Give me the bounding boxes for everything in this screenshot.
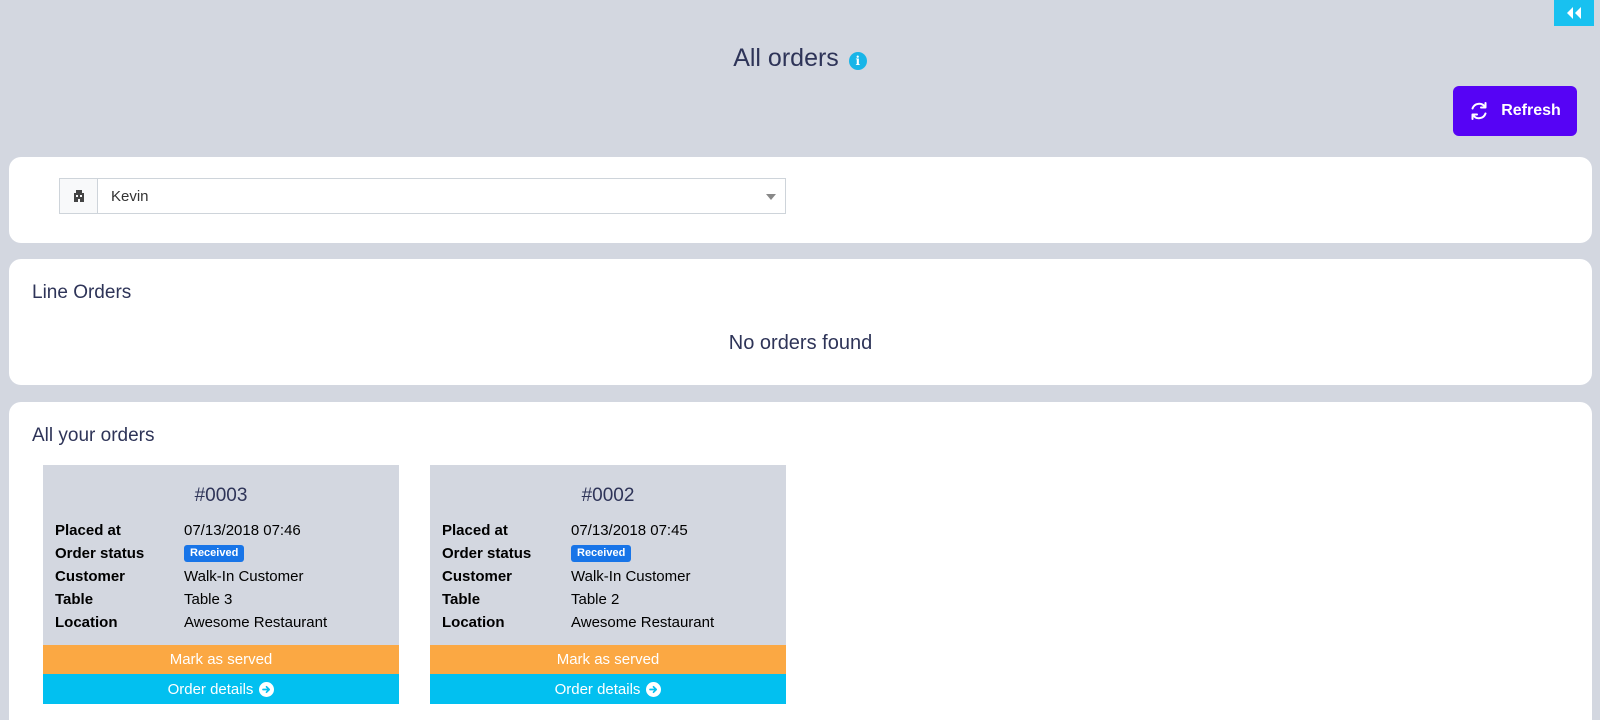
order-number: #0002 (581, 485, 635, 506)
all-orders-panel: All your orders #0003 Placed at 07/13/20… (9, 402, 1592, 720)
mark-as-served-button[interactable]: Mark as served (430, 645, 786, 674)
status-badge: Received (184, 545, 245, 562)
order-card: #0002 Placed at 07/13/2018 07:45 Order s… (430, 465, 786, 704)
refresh-button-label: Refresh (1501, 102, 1561, 119)
all-orders-heading: All your orders (32, 425, 155, 446)
order-row-customer: Customer Walk-In Customer (442, 565, 714, 588)
page-title-group: All orders i (733, 44, 867, 73)
order-row-location: Location Awesome Restaurant (55, 611, 327, 634)
table-value: Table 3 (184, 591, 233, 608)
building-icon (73, 190, 84, 202)
collapse-sidebar-button[interactable] (1554, 0, 1594, 26)
order-row-table: Table Table 3 (55, 588, 327, 611)
customer-label: Customer (442, 568, 513, 585)
placed-at-value: 07/13/2018 07:45 (571, 522, 688, 539)
line-orders-heading: Line Orders (32, 282, 132, 303)
order-details-label: Order details (167, 680, 254, 698)
table-label: Table (55, 591, 94, 608)
order-row-placed-at: Placed at 07/13/2018 07:46 (55, 519, 327, 542)
location-label: Location (55, 614, 118, 631)
page-title: All orders (733, 44, 839, 72)
order-row-table: Table Table 2 (442, 588, 714, 611)
table-label: Table (442, 591, 481, 608)
order-status-label: Order status (442, 545, 532, 562)
mark-as-served-button[interactable]: Mark as served (43, 645, 399, 674)
location-value: Awesome Restaurant (571, 614, 715, 631)
caret-down-icon (766, 194, 776, 200)
customer-value: Walk-In Customer (184, 568, 304, 585)
customer-select[interactable]: Kevin (59, 178, 786, 214)
filter-panel: Kevin (9, 157, 1592, 243)
empty-orders-message: No orders found (728, 332, 873, 354)
line-orders-panel: Line Orders No orders found (9, 259, 1592, 385)
refresh-icon (1471, 102, 1487, 120)
order-row-placed-at: Placed at 07/13/2018 07:45 (442, 519, 714, 542)
order-info: Placed at 07/13/2018 07:45 Order status … (442, 519, 714, 634)
info-icon[interactable]: i (848, 51, 867, 70)
location-label: Location (442, 614, 505, 631)
order-row-status: Order status Received (442, 542, 714, 565)
order-status-label: Order status (55, 545, 145, 562)
customer-label: Customer (55, 568, 126, 585)
customer-select-value[interactable]: Kevin (98, 179, 785, 213)
customer-select-text: Kevin (111, 187, 149, 205)
page-header: All orders i (0, 44, 1600, 73)
double-chevron-left-icon (1567, 7, 1581, 19)
location-value: Awesome Restaurant (184, 614, 328, 631)
refresh-button[interactable]: Refresh (1453, 86, 1577, 136)
order-row-customer: Customer Walk-In Customer (55, 565, 327, 588)
arrow-circle-right-icon (259, 681, 275, 697)
order-row-location: Location Awesome Restaurant (442, 611, 714, 634)
order-row-status: Order status Received (55, 542, 327, 565)
order-details-button[interactable]: Order details (430, 674, 786, 704)
customer-value: Walk-In Customer (571, 568, 691, 585)
order-number: #0003 (194, 485, 248, 506)
order-details-label: Order details (554, 680, 641, 698)
select-addon (60, 179, 98, 213)
arrow-circle-right-icon (646, 681, 662, 697)
order-details-button[interactable]: Order details (43, 674, 399, 704)
table-value: Table 2 (571, 591, 620, 608)
placed-at-value: 07/13/2018 07:46 (184, 522, 301, 539)
status-badge: Received (571, 545, 632, 562)
order-card: #0003 Placed at 07/13/2018 07:46 Order s… (43, 465, 399, 704)
placed-at-label: Placed at (442, 522, 508, 539)
placed-at-label: Placed at (55, 522, 121, 539)
order-info: Placed at 07/13/2018 07:46 Order status … (55, 519, 327, 634)
